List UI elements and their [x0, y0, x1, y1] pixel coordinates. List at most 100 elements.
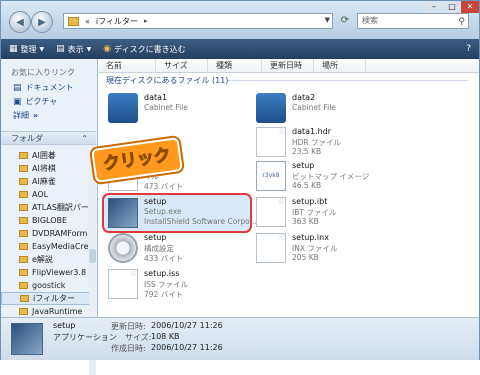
- folder-icon: [19, 178, 28, 185]
- help-icon[interactable]: ?: [466, 44, 471, 54]
- search-placeholder: 検索: [362, 16, 378, 25]
- folder-icon: [19, 152, 28, 159]
- file-size: 792 バイト: [144, 290, 184, 299]
- file-name: setup: [144, 197, 167, 206]
- folder-item[interactable]: AI麻雀: [1, 175, 96, 188]
- details-modified-label: 更新日時:: [111, 322, 146, 331]
- folder-label: e解説: [32, 255, 53, 264]
- details-size-label: サイズ:: [125, 333, 152, 342]
- organize-button[interactable]: ▦ 整理 ▼: [9, 44, 44, 55]
- file-item[interactable]: setup.ibt IBT ファイル 363 KB: [250, 193, 400, 233]
- file-size: 205 KB: [292, 253, 319, 262]
- folder-item[interactable]: FlipViewer3.8: [1, 266, 96, 279]
- favorite-pictures[interactable]: ▣ ピクチャ: [13, 96, 97, 107]
- column-size[interactable]: サイズ: [156, 59, 208, 72]
- chevron-down-icon[interactable]: ▼: [325, 16, 330, 24]
- column-name[interactable]: 名前: [98, 59, 156, 72]
- file-item[interactable]: data1 Cabinet File: [102, 89, 252, 129]
- file-list: 名前 サイズ 種類 更新日時 場所 現在ディスクにあるファイル (11) dat…: [98, 59, 479, 317]
- folder-item[interactable]: e解説: [1, 253, 96, 266]
- explorer-window: ◀ ▶ « iフィルター ▸ ▼ ⟳ 検索 ⚲ – □ ✕ ▦ 整理 ▼ ▤ 表…: [0, 0, 480, 375]
- file-item[interactable]: r3vk8 setup ビットマップ イメージ 46.5 KB: [250, 157, 400, 197]
- column-modified[interactable]: 更新日時: [262, 59, 314, 72]
- file-name: setup.inx: [292, 233, 329, 242]
- document-icon: [256, 233, 286, 263]
- group-header[interactable]: 現在ディスクにあるファイル (11): [106, 75, 228, 86]
- setup-icon: [11, 323, 43, 355]
- folder-icon: [19, 308, 28, 315]
- folder-label: DVDRAMForm: [32, 229, 88, 238]
- organize-label: 整理: [20, 44, 37, 54]
- file-company: InstallShield Software Corpo...: [144, 217, 257, 226]
- file-item[interactable]: setup.inx INX ファイル 205 KB: [250, 229, 400, 269]
- arrow-left-icon: ◀: [16, 16, 24, 28]
- folder-label: EasyMediaCrea: [32, 242, 94, 251]
- address-bar[interactable]: « iフィルター ▸ ▼: [63, 13, 333, 29]
- column-location[interactable]: 場所: [314, 59, 366, 72]
- folder-item-selected[interactable]: iフィルター: [1, 292, 96, 305]
- address-separator[interactable]: ▸: [144, 17, 148, 25]
- documents-icon: ▤: [13, 82, 22, 93]
- details-created-label: 作成日時:: [111, 344, 146, 353]
- folders-header[interactable]: フォルダ ⌃: [1, 131, 96, 145]
- favorite-label: ピクチャ: [25, 97, 58, 106]
- folder-item[interactable]: DVDRAMForm: [1, 227, 96, 240]
- minimize-button[interactable]: –: [425, 1, 443, 13]
- file-type: Setup.exe: [144, 207, 182, 216]
- folder-tree: AI囲碁 AI将棋 AI麻雀 AOL ATLAS翻訳パー BIGLOBE DVD…: [1, 149, 96, 318]
- file-name: setup: [292, 161, 315, 170]
- folder-icon: [19, 282, 28, 289]
- maximize-button[interactable]: □: [443, 1, 461, 13]
- search-icon[interactable]: ⚲: [458, 15, 465, 29]
- organize-icon: ▦: [9, 44, 18, 54]
- file-item[interactable]: setup.iss ISS ファイル 792 バイト: [102, 265, 252, 305]
- file-name: setup.iss: [144, 269, 180, 278]
- setup-icon: [108, 198, 138, 228]
- navigation-pane: お気に入りリンク ▤ ドキュメント ▣ ピクチャ 詳細 » フォルダ ⌃ AI囲…: [1, 59, 98, 375]
- scrollbar-thumb[interactable]: [89, 249, 96, 263]
- folder-item[interactable]: BIGLOBE: [1, 214, 96, 227]
- folder-label: iフィルター: [33, 294, 76, 303]
- column-type[interactable]: 種類: [208, 59, 262, 72]
- address-prefix: «: [85, 16, 90, 26]
- folder-label: FlipViewer3.8: [32, 268, 87, 277]
- file-item-selected[interactable]: setup Setup.exe InstallShield Software C…: [102, 193, 257, 233]
- folder-icon: [68, 16, 79, 26]
- search-input[interactable]: 検索 ⚲: [357, 13, 469, 29]
- folder-item[interactable]: AI将棋: [1, 162, 96, 175]
- favorite-documents[interactable]: ▤ ドキュメント: [13, 82, 97, 93]
- burn-button[interactable]: ◉ ディスクに書き込む: [103, 44, 185, 55]
- file-name: setup: [144, 233, 167, 242]
- folder-item[interactable]: AOL: [1, 188, 96, 201]
- folder-icon: [19, 243, 28, 250]
- folder-item[interactable]: EasyMediaCrea: [1, 240, 96, 253]
- column-headers: 名前 サイズ 種類 更新日時 場所: [98, 59, 479, 73]
- folder-item[interactable]: ATLAS翻訳パー: [1, 201, 96, 214]
- refresh-icon[interactable]: ⟳: [337, 13, 353, 29]
- file-item[interactable]: setup 構成設定 433 バイト: [102, 229, 252, 269]
- favorites-header: お気に入りリンク: [11, 68, 75, 77]
- favorite-more[interactable]: 詳細 »: [13, 110, 97, 121]
- folders-header-label: フォルダ: [11, 134, 43, 143]
- folder-item[interactable]: AI囲碁: [1, 149, 96, 162]
- folder-label: AI麻雀: [32, 177, 56, 186]
- folder-icon: [19, 165, 28, 172]
- address-path[interactable]: iフィルター: [96, 16, 138, 27]
- details-created-value: 2006/10/27 11:26: [151, 343, 223, 352]
- file-size: 23.5 KB: [292, 147, 322, 156]
- close-button[interactable]: ✕: [461, 1, 479, 13]
- folder-label: JavaRuntime: [32, 307, 83, 316]
- views-button[interactable]: ▤ 表示 ▼: [56, 44, 91, 55]
- details-modified-value: 2006/10/27 11:26: [151, 321, 223, 330]
- back-button[interactable]: ◀: [9, 11, 31, 33]
- chevron-down-icon: ▼: [86, 45, 92, 53]
- pictures-icon: ▣: [13, 96, 22, 107]
- folder-icon: [19, 191, 28, 198]
- folder-icon: [19, 269, 28, 276]
- title-bar: ◀ ▶ « iフィルター ▸ ▼ ⟳ 検索 ⚲ – □ ✕: [1, 1, 479, 39]
- details-size-value: 108 KB: [151, 332, 180, 341]
- folder-label: AOL: [32, 190, 49, 199]
- folder-item[interactable]: goostick: [1, 279, 96, 292]
- details-file-type: アプリケーション: [53, 333, 117, 342]
- forward-button[interactable]: ▶: [31, 11, 53, 33]
